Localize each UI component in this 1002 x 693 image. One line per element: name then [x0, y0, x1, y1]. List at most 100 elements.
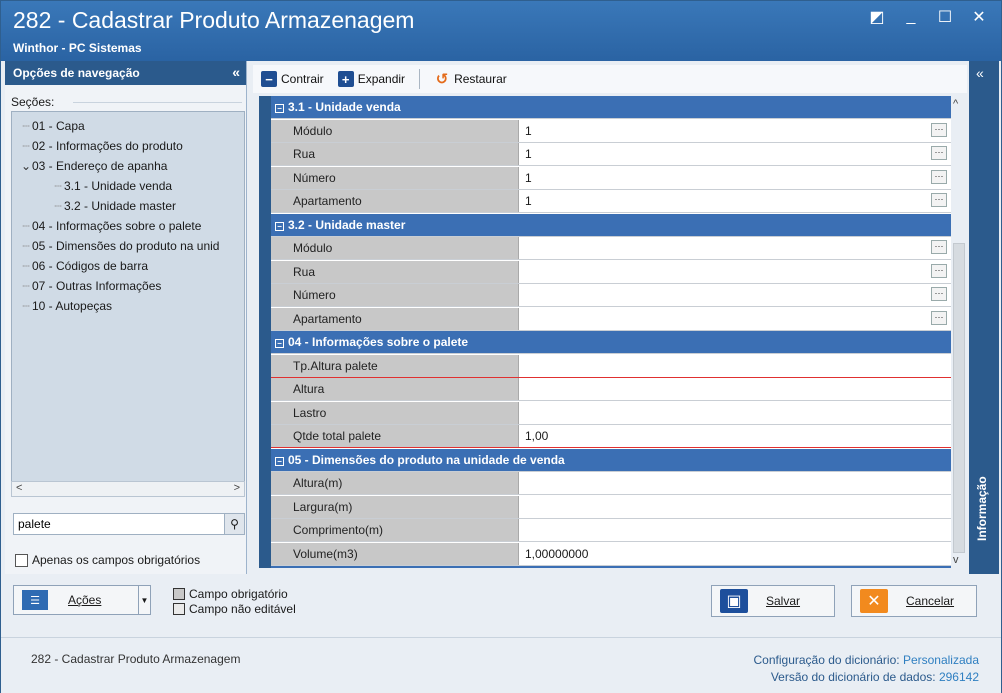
- field-value-input[interactable]: 1 ···: [519, 119, 951, 142]
- grid-gutter: [259, 96, 271, 568]
- grid-field-row: Módulo 1 ···: [271, 119, 951, 143]
- field-value-input[interactable]: ···: [519, 260, 951, 283]
- grid-field-row: Rua ···: [271, 260, 951, 284]
- scroll-up-icon[interactable]: ^: [953, 98, 958, 110]
- expandir-button[interactable]: + Expandir: [337, 71, 406, 87]
- required-only-toggle[interactable]: Apenas os campos obrigatórios: [15, 553, 200, 567]
- field-value-input[interactable]: [519, 378, 951, 400]
- tree-item[interactable]: ┈ 07 - Outras Informações: [12, 276, 244, 296]
- tree-item[interactable]: ┈ 3.2 - Unidade master: [12, 196, 244, 216]
- tree-item-label: 02 - Informações do produto: [32, 139, 183, 153]
- lookup-ellipsis-icon[interactable]: ···: [931, 240, 947, 254]
- cancel-button[interactable]: ✕ Cancelar: [851, 585, 977, 617]
- tree-item[interactable]: ┈ 10 - Autopeças: [12, 296, 244, 316]
- tree-connector-icon: ┈: [22, 279, 30, 293]
- tree-connector-icon: ┈: [22, 119, 30, 133]
- field-value-input[interactable]: [519, 401, 951, 424]
- field-value: 1: [525, 123, 532, 138]
- dictionary-config-value: Personalizada: [902, 653, 979, 667]
- field-value-input[interactable]: ···: [519, 284, 951, 306]
- tree-item[interactable]: ┈ 05 - Dimensões do produto na unid: [12, 236, 244, 256]
- save-button[interactable]: ▣ Salvar: [711, 585, 835, 617]
- search-input[interactable]: [14, 514, 214, 534]
- expand-toggle-icon[interactable]: ⌄: [20, 156, 32, 176]
- tree-item-label: 06 - Códigos de barra: [32, 259, 149, 273]
- field-value-input[interactable]: ···: [519, 237, 951, 259]
- info-panel[interactable]: « Informação: [969, 61, 999, 574]
- field-value-input[interactable]: 1 ···: [519, 143, 951, 165]
- grid-field-row: Qtde total palete 1,00: [271, 425, 951, 448]
- maximize-icon[interactable]: ☐: [937, 9, 953, 26]
- required-only-label: Apenas os campos obrigatórios: [32, 553, 201, 567]
- legend-readonly: Campo não editável: [173, 601, 296, 616]
- grid-section-header[interactable]: −06 - Códigos de barra: [271, 566, 951, 568]
- contrair-button[interactable]: − Contrair: [261, 71, 324, 87]
- lookup-ellipsis-icon[interactable]: ···: [931, 310, 947, 325]
- plus-icon: +: [337, 71, 354, 87]
- field-value-input[interactable]: ···: [519, 307, 951, 330]
- expand-info-icon[interactable]: «: [976, 65, 984, 81]
- collapse-section-icon[interactable]: −: [275, 221, 284, 231]
- tree-item-label: 3.2 - Unidade master: [64, 199, 177, 213]
- field-value-input[interactable]: 1 ···: [519, 190, 951, 212]
- scroll-left-icon[interactable]: <: [16, 482, 22, 494]
- field-value-input[interactable]: 1,00000000: [519, 542, 951, 565]
- lookup-ellipsis-icon[interactable]: ···: [931, 263, 947, 278]
- field-legend: Campo obrigatório Campo não editável: [173, 586, 296, 616]
- field-value-input[interactable]: 1 ···: [519, 166, 951, 189]
- tree-horizontal-scrollbar[interactable]: < >: [11, 481, 245, 497]
- field-value-input[interactable]: [519, 495, 951, 518]
- scroll-thumb[interactable]: [953, 243, 965, 553]
- grid-field-row: Módulo ···: [271, 237, 951, 260]
- collapse-section-icon[interactable]: −: [275, 104, 284, 113]
- grid-section-header[interactable]: −3.2 - Unidade master: [271, 213, 951, 237]
- minimize-icon[interactable]: _: [903, 8, 919, 25]
- collapse-section-icon[interactable]: −: [275, 456, 284, 466]
- scroll-down-icon[interactable]: v: [953, 554, 959, 566]
- status-bar: 282 - Cadastrar Produto Armazenagem Conf…: [1, 637, 1001, 693]
- contrair-label: Contrair: [281, 72, 324, 86]
- tree-item[interactable]: ┈ 04 - Informações sobre o palete: [12, 216, 244, 236]
- expandir-label: Expandir: [357, 72, 406, 86]
- lookup-ellipsis-icon[interactable]: ···: [931, 193, 947, 207]
- grid-section-header[interactable]: −3.1 - Unidade venda: [271, 96, 951, 119]
- chevron-down-icon[interactable]: ▼: [138, 586, 150, 614]
- restore-icon[interactable]: ◩: [869, 9, 885, 26]
- field-value: 1: [525, 194, 532, 208]
- grid-section-header[interactable]: −05 - Dimensões do produto na unidade de…: [271, 448, 951, 472]
- acoes-button[interactable]: ☰ Ações ▼: [13, 585, 151, 615]
- grid-field-row: Apartamento 1 ···: [271, 190, 951, 213]
- legend-required: Campo obrigatório: [173, 586, 296, 601]
- floppy-disk-icon: ▣: [720, 589, 748, 613]
- lookup-ellipsis-icon[interactable]: ···: [931, 146, 947, 160]
- collapse-nav-icon[interactable]: «: [232, 64, 240, 80]
- grid-section-header[interactable]: −04 - Informações sobre o palete: [271, 331, 951, 354]
- grid-vertical-scrollbar[interactable]: ^ v: [951, 96, 967, 568]
- field-label: Largura(m): [271, 495, 519, 518]
- tree-item[interactable]: ┈ 06 - Códigos de barra: [12, 256, 244, 276]
- close-icon[interactable]: ✕: [971, 9, 987, 26]
- field-value-input[interactable]: [519, 519, 951, 541]
- field-value-input[interactable]: 1,00: [519, 425, 951, 447]
- required-only-checkbox[interactable]: [15, 553, 28, 567]
- tree-item[interactable]: ⌄03 - Endereço de apanha: [12, 156, 244, 176]
- grid-field-row: Rua 1 ···: [271, 143, 951, 166]
- tree-item[interactable]: ┈ 02 - Informações do produto: [12, 136, 244, 156]
- status-dictionary: Configuração do dicionário: Personalizad…: [754, 652, 980, 686]
- restaurar-button[interactable]: ↺ Restaurar: [434, 71, 507, 88]
- lookup-ellipsis-icon[interactable]: ···: [931, 169, 947, 184]
- field-value-input[interactable]: [519, 354, 951, 377]
- tree-connector-icon: ┈: [22, 239, 30, 253]
- collapse-section-icon[interactable]: −: [275, 339, 284, 348]
- lookup-ellipsis-icon[interactable]: ···: [931, 122, 947, 137]
- search-icon[interactable]: ⚲: [224, 514, 244, 534]
- field-value-input[interactable]: [519, 472, 951, 494]
- scroll-right-icon[interactable]: >: [234, 482, 240, 494]
- grid-field-row: Tp.Altura palete: [271, 354, 951, 378]
- tree-item-label: 01 - Capa: [32, 119, 85, 133]
- dictionary-config-label: Configuração do dicionário:: [753, 653, 900, 667]
- lookup-ellipsis-icon[interactable]: ···: [931, 287, 947, 301]
- tree-item[interactable]: ┈ 01 - Capa: [12, 116, 244, 136]
- tree-item[interactable]: ┈ 3.1 - Unidade venda: [12, 176, 244, 196]
- section-label: 04 - Informações sobre o palete: [288, 335, 469, 349]
